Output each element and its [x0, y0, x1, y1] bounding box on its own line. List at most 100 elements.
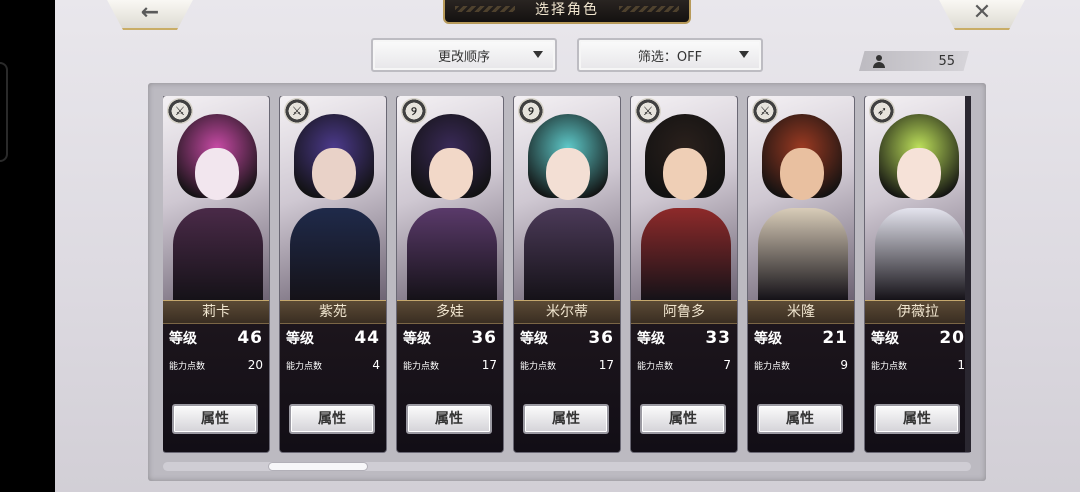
character-portrait — [748, 96, 854, 300]
staff-type-icon: ୨ — [518, 98, 544, 124]
level-label: 等级 — [754, 331, 782, 347]
character-portrait — [280, 96, 386, 300]
ability-points-value: 20 — [247, 358, 263, 372]
portrait-face — [546, 148, 590, 200]
attribute-button[interactable]: 属性 — [289, 404, 375, 434]
staff-type-icon: ୨ — [401, 98, 427, 124]
level-row: 等级 20 — [871, 328, 965, 348]
level-row: 等级 36 — [403, 328, 497, 348]
attribute-button[interactable]: 属性 — [874, 404, 960, 434]
level-row: 等级 33 — [637, 328, 731, 348]
ability-points-row: 能力点数 1 — [871, 358, 965, 374]
filter-dropdown[interactable]: 筛选：OFF — [577, 38, 763, 72]
character-portrait — [163, 96, 269, 300]
portrait-face — [663, 148, 707, 200]
character-name: 莉卡 — [163, 300, 269, 324]
level-label: 等级 — [520, 331, 548, 347]
level-value: 20 — [939, 328, 965, 348]
ability-points-label: 能力点数 — [754, 362, 791, 372]
ability-points-label: 能力点数 — [286, 362, 323, 372]
level-label: 等级 — [169, 331, 197, 347]
portrait-body — [173, 208, 263, 300]
page-title: 选择角色 — [443, 0, 691, 24]
character-stats: 等级 46 能力点数 20 属性 — [163, 324, 269, 452]
portrait-body — [758, 208, 848, 300]
device-left-bezel — [0, 0, 55, 492]
level-value: 33 — [705, 328, 731, 348]
character-select-screen: ← 选择角色 ✕ 更改顺序 筛选：OFF 55 ⚔ 莉卡 等级 46 能力点数 … — [55, 0, 1080, 492]
back-arrow-icon: ← — [140, 0, 160, 25]
spear-type-icon: ➶ — [869, 98, 895, 124]
character-card[interactable]: ⚔ 阿鲁多 等级 33 能力点数 7 属性 — [631, 96, 737, 452]
ability-points-value: 17 — [481, 358, 497, 372]
ability-points-label: 能力点数 — [403, 362, 440, 372]
ability-points-value: 17 — [598, 358, 614, 372]
attribute-button[interactable]: 属性 — [406, 404, 492, 434]
character-name: 伊薇拉 — [865, 300, 971, 324]
character-card[interactable]: ⚔ 米隆 等级 21 能力点数 9 属性 — [748, 96, 854, 452]
character-stats: 等级 36 能力点数 17 属性 — [397, 324, 503, 452]
character-card[interactable]: ➶ 伊薇拉 等级 20 能力点数 1 属性 — [865, 96, 971, 452]
ability-points-value: 4 — [372, 358, 380, 372]
chevron-down-icon — [533, 51, 543, 58]
close-button[interactable]: ✕ — [937, 0, 1027, 30]
level-row: 等级 46 — [169, 328, 263, 348]
character-portrait — [631, 96, 737, 300]
filter-label: 筛选：OFF — [637, 49, 703, 65]
scrollbar-thumb[interactable] — [268, 462, 368, 471]
character-card-list[interactable]: ⚔ 莉卡 等级 46 能力点数 20 属性 ⚔ 紫苑 等级 44 能力点数 4 … — [163, 96, 971, 456]
ability-points-label: 能力点数 — [871, 362, 908, 372]
attribute-button[interactable]: 属性 — [523, 404, 609, 434]
level-label: 等级 — [637, 331, 665, 347]
character-card[interactable]: ୨ 多娃 等级 36 能力点数 17 属性 — [397, 96, 503, 452]
ability-points-row: 能力点数 20 — [169, 358, 263, 374]
ability-points-row: 能力点数 17 — [403, 358, 497, 374]
portrait-face — [897, 148, 941, 200]
character-stats: 等级 21 能力点数 9 属性 — [748, 324, 854, 452]
ability-points-label: 能力点数 — [169, 362, 206, 372]
level-row: 等级 44 — [286, 328, 380, 348]
ability-points-label: 能力点数 — [520, 362, 557, 372]
sword-type-icon: ⚔ — [635, 98, 661, 124]
ability-points-value: 1 — [957, 358, 965, 372]
character-stats: 等级 36 能力点数 17 属性 — [514, 324, 620, 452]
edge-handle — [0, 62, 8, 162]
level-label: 等级 — [286, 331, 314, 347]
ability-points-row: 能力点数 9 — [754, 358, 848, 374]
portrait-face — [312, 148, 356, 200]
level-value: 44 — [354, 328, 380, 348]
character-count-badge: 55 — [859, 51, 969, 71]
ability-points-row: 能力点数 4 — [286, 358, 380, 374]
attribute-button[interactable]: 属性 — [757, 404, 843, 434]
character-name: 米尔蒂 — [514, 300, 620, 324]
character-card[interactable]: ⚔ 莉卡 等级 46 能力点数 20 属性 — [163, 96, 269, 452]
character-name: 阿鲁多 — [631, 300, 737, 324]
portrait-face — [780, 148, 824, 200]
person-icon — [873, 54, 885, 68]
back-button[interactable]: ← — [105, 0, 195, 30]
level-row: 等级 36 — [520, 328, 614, 348]
character-count: 55 — [938, 53, 955, 69]
portrait-face — [195, 148, 239, 200]
portrait-body — [407, 208, 497, 300]
level-label: 等级 — [871, 331, 899, 347]
sword-type-icon: ⚔ — [752, 98, 778, 124]
sword-type-icon: ⚔ — [167, 98, 193, 124]
ability-points-row: 能力点数 7 — [637, 358, 731, 374]
character-stats: 等级 20 能力点数 1 属性 — [865, 324, 971, 452]
sort-order-dropdown[interactable]: 更改顺序 — [371, 38, 557, 72]
character-stats: 等级 44 能力点数 4 属性 — [280, 324, 386, 452]
level-value: 46 — [237, 328, 263, 348]
character-card[interactable]: ⚔ 紫苑 等级 44 能力点数 4 属性 — [280, 96, 386, 452]
close-icon: ✕ — [972, 0, 992, 25]
level-value: 36 — [471, 328, 497, 348]
attribute-button[interactable]: 属性 — [172, 404, 258, 434]
ability-points-value: 7 — [723, 358, 731, 372]
portrait-face — [429, 148, 473, 200]
level-row: 等级 21 — [754, 328, 848, 348]
character-card[interactable]: ୨ 米尔蒂 等级 36 能力点数 17 属性 — [514, 96, 620, 452]
character-name: 多娃 — [397, 300, 503, 324]
character-stats: 等级 33 能力点数 7 属性 — [631, 324, 737, 452]
sword-type-icon: ⚔ — [284, 98, 310, 124]
attribute-button[interactable]: 属性 — [640, 404, 726, 434]
